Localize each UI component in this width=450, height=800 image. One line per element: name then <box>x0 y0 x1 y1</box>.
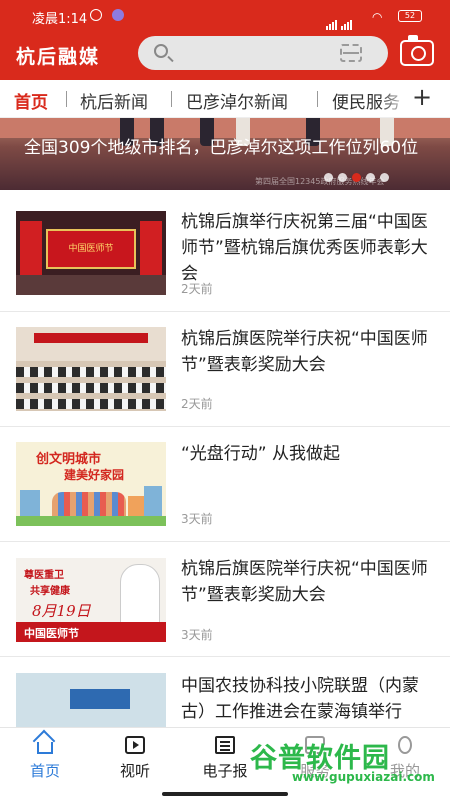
tab-bayannur-news[interactable]: 巴彦淖尔新闻 <box>186 88 288 113</box>
status-time: 凌晨1:14 <box>32 12 88 27</box>
news-time: 3天前 <box>181 512 213 526</box>
thumb-decor <box>52 492 126 518</box>
news-thumbnail: 中国医师节 <box>16 211 166 295</box>
thumb-caption: 尊医重卫 <box>24 570 64 581</box>
status-bar: 凌晨1:14 ◠ 52 <box>0 0 450 30</box>
wifi-icon: ◠ <box>372 10 383 24</box>
search-icon <box>154 44 168 58</box>
carousel-dot[interactable] <box>366 173 375 182</box>
tab-divider <box>171 91 172 107</box>
news-item[interactable]: 杭锦后旗医院举行庆祝“中国医师节”暨表彰奖励大会 2天前 <box>0 312 450 427</box>
news-title[interactable]: “光盘行动” 从我做起 <box>181 441 439 467</box>
camera-icon[interactable] <box>400 35 434 66</box>
search-input[interactable] <box>138 36 388 70</box>
news-thumbnail <box>16 327 166 411</box>
news-time: 2天前 <box>181 282 213 296</box>
nav-label: 首页 <box>29 762 60 780</box>
carousel-dot[interactable] <box>380 173 389 182</box>
thumb-caption: 中国医师节 <box>68 244 114 254</box>
news-thumbnail <box>16 673 166 727</box>
tab-divider <box>66 91 67 107</box>
app-logo-title: 杭后融媒 <box>16 46 101 68</box>
thumb-caption: 创文明城市 <box>36 452 102 467</box>
news-thumbnail: 尊医重卫 共享健康 8月19日 中国医师节 <box>16 558 166 642</box>
carousel-dot[interactable] <box>324 173 333 182</box>
news-thumbnail: 创文明城市 建美好家园 <box>16 442 166 526</box>
app-header: 凌晨1:14 ◠ 52 杭后融媒 <box>0 0 450 80</box>
tabs-fade <box>380 80 410 117</box>
alarm-icon <box>90 9 102 21</box>
thumb-floor <box>16 275 166 295</box>
news-time: 3天前 <box>181 628 213 642</box>
tab-home[interactable]: 首页 <box>14 88 48 113</box>
category-tabs: 首页 杭后新闻 巴彦淖尔新闻 便民服务 + <box>0 80 450 118</box>
carousel-indicator <box>324 167 394 186</box>
nav-label: 视听 <box>119 762 150 780</box>
newspaper-icon <box>215 736 235 754</box>
thumb-decor <box>16 383 166 393</box>
banner-headline[interactable]: 全国309个地级市排名，巴彦淖尔这项工作位列60位 <box>24 136 424 160</box>
thumb-decor <box>20 221 42 281</box>
tab-divider <box>317 91 318 107</box>
home-icon <box>37 742 53 754</box>
home-indicator[interactable] <box>162 792 288 796</box>
news-item[interactable]: 中国医师节 杭锦后旗举行庆祝第三届“中国医师节”暨杭锦后旗优秀医师表彰大会 2天… <box>0 197 450 312</box>
news-item[interactable]: 中国农技协科技小院联盟（内蒙古）工作推进会在蒙海镇举行 <box>0 657 450 727</box>
thumb-decor <box>16 399 166 409</box>
carousel-dot[interactable] <box>338 173 347 182</box>
thumb-decor <box>16 367 166 377</box>
thumb-wall <box>16 327 166 361</box>
download-icon <box>112 9 124 21</box>
news-item[interactable]: 尊医重卫 共享健康 8月19日 中国医师节 杭锦后旗医院举行庆祝“中国医师节”暨… <box>0 542 450 657</box>
thumb-decor <box>120 564 160 624</box>
carousel-banner[interactable]: 全国309个地级市排名，巴彦淖尔这项工作位列60位 第四届全国12345政府服务… <box>0 118 450 190</box>
plus-icon[interactable]: + <box>412 83 432 111</box>
watermark-url: www.gupuxiazai.com <box>292 770 435 784</box>
scan-icon[interactable] <box>340 44 362 62</box>
news-time: 2天前 <box>181 397 213 411</box>
tv-icon <box>125 736 145 754</box>
news-title[interactable]: 杭锦后旗举行庆祝第三届“中国医师节”暨杭锦后旗优秀医师表彰大会 <box>181 209 439 287</box>
thumb-decor <box>70 689 130 709</box>
news-item[interactable]: 创文明城市 建美好家园 “光盘行动” 从我做起 3天前 <box>0 427 450 542</box>
nav-video[interactable]: 视听 <box>90 728 180 788</box>
thumb-date: 8月19日 <box>32 602 91 620</box>
tab-hanghou-news[interactable]: 杭后新闻 <box>80 88 148 113</box>
signal-icon <box>326 11 353 30</box>
news-title[interactable]: 杭锦后旗医院举行庆祝“中国医师节”暨表彰奖励大会 <box>181 556 439 608</box>
thumb-caption: 中国医师节 <box>24 627 79 640</box>
thumb-screen: 中国医师节 <box>46 229 136 269</box>
news-title[interactable]: 杭锦后旗医院举行庆祝“中国医师节”暨表彰奖励大会 <box>181 326 439 378</box>
thumb-decor <box>16 516 166 526</box>
battery-icon: 52 <box>398 10 422 22</box>
news-title[interactable]: 中国农技协科技小院联盟（内蒙古）工作推进会在蒙海镇举行 <box>181 673 439 725</box>
thumb-caption: 共享健康 <box>30 586 70 597</box>
thumb-caption: 建美好家园 <box>64 468 125 482</box>
thumb-bar: 中国医师节 <box>16 622 166 642</box>
thumb-decor <box>34 333 148 343</box>
thumb-decor <box>140 221 162 281</box>
watermark: 谷普软件园 www.gupuxiazai.com <box>236 730 450 790</box>
nav-home[interactable]: 首页 <box>0 728 90 788</box>
carousel-dot-active[interactable] <box>352 173 361 182</box>
